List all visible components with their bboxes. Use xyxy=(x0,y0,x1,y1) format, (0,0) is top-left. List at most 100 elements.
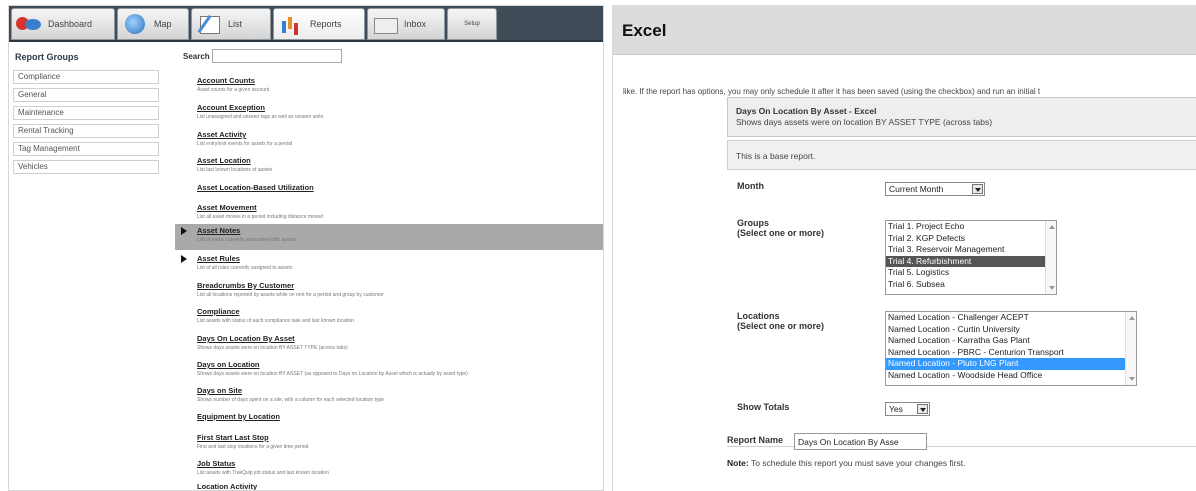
groups-option-selected[interactable]: Trial 4. Refurbishment xyxy=(886,255,1056,267)
report-description: First and last stop locations for a give… xyxy=(197,444,309,450)
report-row[interactable]: Days on Site Shows number of days spent … xyxy=(175,384,603,410)
save-note: Note: To schedule this report you must s… xyxy=(727,458,965,468)
report-groups-sidebar: Report Groups Compliance General Mainten… xyxy=(9,46,169,490)
report-title-link[interactable]: Asset Location xyxy=(197,156,251,165)
groups-option[interactable]: Trial 6. Subsea xyxy=(886,279,1056,291)
chevron-down-icon[interactable] xyxy=(917,404,928,414)
tab-label: Map xyxy=(154,19,172,29)
sidebar-item-compliance[interactable]: Compliance xyxy=(13,70,159,84)
report-info-description: Shows days assets were on location BY AS… xyxy=(736,117,993,127)
report-title-link[interactable]: First Start Last Stop xyxy=(197,433,269,442)
report-title-link[interactable]: Days on Site xyxy=(197,386,242,395)
sidebar-item-rental-tracking[interactable]: Rental Tracking xyxy=(13,124,159,138)
locations-scrollbar[interactable] xyxy=(1125,312,1136,385)
groups-label: Groups (Select one or more) xyxy=(737,218,824,238)
report-title-link[interactable]: Asset Rules xyxy=(197,254,240,263)
excel-report-options-panel: Excel like. If the report has options, y… xyxy=(612,5,1196,491)
sidebar-item-maintenance[interactable]: Maintenance xyxy=(13,106,159,120)
groups-option[interactable]: Trial 1. Project Echo xyxy=(886,221,1056,233)
chevron-down-icon[interactable] xyxy=(972,184,983,194)
map-globe-icon xyxy=(122,13,148,35)
month-label: Month xyxy=(737,181,764,191)
show-totals-select[interactable]: Yes xyxy=(885,402,930,416)
locations-option[interactable]: Named Location - Woodside Head Office xyxy=(886,370,1136,382)
report-row[interactable]: First Start Last Stop First and last sto… xyxy=(175,431,603,457)
report-title-link[interactable]: Account Counts xyxy=(197,76,255,85)
groups-label-hint: (Select one or more) xyxy=(737,228,825,238)
report-row[interactable]: Days on Location Shows days assets were … xyxy=(175,358,603,384)
locations-option[interactable]: Named Location - Challenger ACEPT xyxy=(886,312,1136,324)
report-title-link[interactable]: Breadcrumbs By Customer xyxy=(197,281,294,290)
expand-arrow-icon[interactable] xyxy=(181,255,187,263)
report-name-input[interactable] xyxy=(794,433,927,450)
locations-option[interactable]: Named Location - PBRC - Centurion Transp… xyxy=(886,347,1136,359)
note-text: To schedule this report you must save yo… xyxy=(750,458,966,468)
tab-dashboard[interactable]: Dashboard xyxy=(11,8,115,40)
month-select-value: Current Month xyxy=(889,184,944,194)
tab-label: Setup xyxy=(464,21,480,27)
sidebar-item-tag-management[interactable]: Tag Management xyxy=(13,142,159,156)
groups-option[interactable]: Trial 5. Logistics xyxy=(886,267,1056,279)
locations-option[interactable]: Named Location - Curtin University xyxy=(886,324,1136,336)
report-title-link[interactable]: Compliance xyxy=(197,307,240,316)
report-description: List all asset moves in a period includi… xyxy=(197,214,323,220)
tab-list[interactable]: List xyxy=(191,8,271,40)
tab-inbox[interactable]: Inbox xyxy=(367,8,445,40)
report-row[interactable]: Account Counts Asset counts for a given … xyxy=(175,74,603,100)
report-row[interactable]: Account Exception List unassigned and un… xyxy=(175,101,603,127)
tab-label: Inbox xyxy=(404,19,427,29)
tab-label: Dashboard xyxy=(48,19,93,29)
report-title-link[interactable]: Account Exception xyxy=(197,103,265,112)
tab-reports[interactable]: Reports xyxy=(273,8,365,40)
report-title-link[interactable]: Job Status xyxy=(197,459,235,468)
tab-map[interactable]: Map xyxy=(117,8,189,40)
expand-arrow-icon[interactable] xyxy=(181,227,187,235)
report-title-link[interactable]: Days on Location xyxy=(197,360,260,369)
reports-chart-icon xyxy=(278,13,304,35)
report-row[interactable]: Asset Rules List of all rules currently … xyxy=(175,252,603,278)
inbox-icon xyxy=(372,13,398,35)
locations-label-hint: (Select one or more) xyxy=(737,321,825,331)
search-input[interactable] xyxy=(212,49,342,63)
report-title-link[interactable]: Equipment by Location xyxy=(197,412,280,421)
report-title-link[interactable]: Days On Location By Asset xyxy=(197,334,295,343)
report-row[interactable]: Breadcrumbs By Customer List all locatio… xyxy=(175,279,603,305)
groups-scrollbar[interactable] xyxy=(1045,221,1056,294)
tab-label: Reports xyxy=(310,19,342,29)
show-totals-label: Show Totals xyxy=(737,402,790,412)
report-info-title: Days On Location By Asset - Excel xyxy=(736,106,877,116)
report-row[interactable]: Asset Location List last known locations… xyxy=(175,154,603,180)
report-description: List of notes currently associated with … xyxy=(197,237,296,243)
report-name-label: Report Name xyxy=(727,435,784,445)
report-row[interactable]: Location Activity xyxy=(175,480,603,490)
groups-option[interactable]: Trial 2. KGP Defects xyxy=(886,233,1056,245)
locations-label: Locations (Select one or more) xyxy=(737,311,824,331)
report-row[interactable]: Compliance List assets with status of ea… xyxy=(175,305,603,331)
groups-label-text: Groups xyxy=(737,218,770,228)
reports-browser-panel: Dashboard Map List Reports Inbox Setup R… xyxy=(8,5,604,491)
report-row-selected[interactable]: Asset Notes List of notes currently asso… xyxy=(175,224,603,250)
month-select[interactable]: Current Month xyxy=(885,182,985,196)
report-title-link[interactable]: Asset Location-Based Utilization xyxy=(197,183,314,192)
report-description: List all locations reported by assets wh… xyxy=(197,292,384,298)
report-description: List assets with status of each complian… xyxy=(197,318,355,324)
locations-option[interactable]: Named Location - Karratha Gas Plant xyxy=(886,335,1136,347)
report-description: List assets with TrakQuip job status and… xyxy=(197,470,329,476)
report-row[interactable]: Asset Activity List entry/exit events fo… xyxy=(175,128,603,154)
report-title-link[interactable]: Asset Activity xyxy=(197,130,246,139)
dashboard-icon xyxy=(16,13,42,35)
intro-text: like. If the report has options, you may… xyxy=(623,87,1041,96)
locations-label-text: Locations xyxy=(737,311,780,321)
report-row[interactable]: Days On Location By Asset Shows days ass… xyxy=(175,332,603,358)
groups-option[interactable]: Trial 3. Reservoir Management xyxy=(886,244,1056,256)
tab-setup[interactable]: Setup xyxy=(447,8,497,40)
report-title-link[interactable]: Asset Movement xyxy=(197,203,257,212)
sidebar-item-general[interactable]: General xyxy=(13,88,159,102)
locations-option-selected[interactable]: Named Location - Pluto LNG Plant xyxy=(886,358,1136,370)
groups-listbox[interactable]: Trial 1. Project Echo Trial 2. KGP Defec… xyxy=(885,220,1057,295)
report-title-link[interactable]: Asset Notes xyxy=(197,226,240,235)
report-title-link[interactable]: Location Activity xyxy=(197,482,257,490)
locations-listbox[interactable]: Named Location - Challenger ACEPT Named … xyxy=(885,311,1137,386)
sidebar-item-vehicles[interactable]: Vehicles xyxy=(13,160,159,174)
excel-header-bar: Excel xyxy=(613,5,1196,55)
